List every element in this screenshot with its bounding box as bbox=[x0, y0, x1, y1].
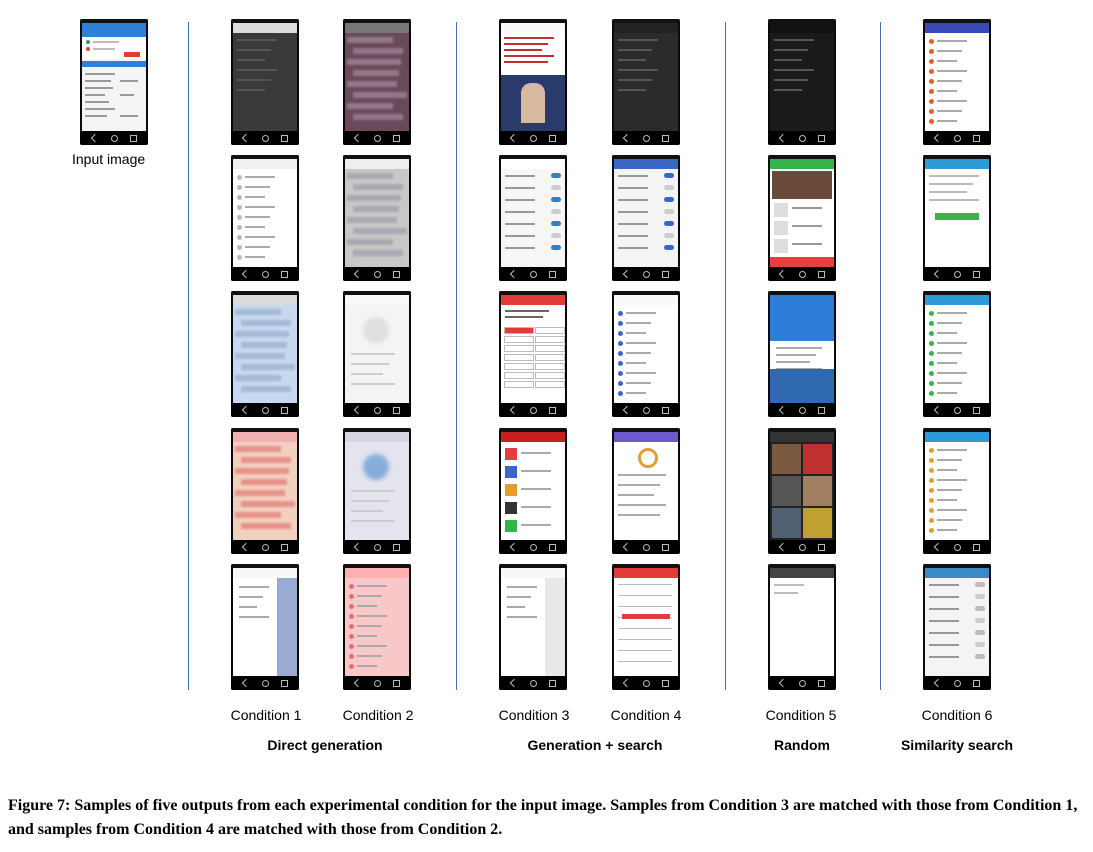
sample-screenshot-c6-r1 bbox=[923, 19, 991, 145]
sample-screenshot-c5-r2 bbox=[768, 155, 836, 281]
sample-screenshot-c4-r1 bbox=[612, 19, 680, 145]
sample-screenshot-c5-r3 bbox=[768, 291, 836, 417]
sample-screenshot-c2-r2 bbox=[343, 155, 411, 281]
condition-label-5: Condition 5 bbox=[765, 707, 837, 723]
sample-screenshot-c1-r1 bbox=[231, 19, 299, 145]
condition-label-6: Condition 6 bbox=[921, 707, 993, 723]
separator-line bbox=[188, 22, 189, 690]
sample-screenshot-c4-r2 bbox=[612, 155, 680, 281]
condition-label-2: Condition 2 bbox=[342, 707, 414, 723]
sample-screenshot-c4-r5 bbox=[612, 564, 680, 690]
sample-screenshot-c3-r3 bbox=[499, 291, 567, 417]
sample-screenshot-c3-r1 bbox=[499, 19, 567, 145]
sample-screenshot-c5-r4 bbox=[768, 428, 836, 554]
sample-screenshot-c6-r2 bbox=[923, 155, 991, 281]
input-phone-screenshot bbox=[80, 19, 148, 145]
separator-line bbox=[725, 22, 726, 690]
separator-line bbox=[456, 22, 457, 690]
figure-caption: Figure 7: Samples of five outputs from e… bbox=[8, 797, 1078, 838]
sample-screenshot-c5-r1 bbox=[768, 19, 836, 145]
sample-screenshot-c2-r4 bbox=[343, 428, 411, 554]
condition-label-1: Condition 1 bbox=[230, 707, 302, 723]
sample-screenshot-c1-r4 bbox=[231, 428, 299, 554]
sample-screenshot-c4-r4 bbox=[612, 428, 680, 554]
sample-screenshot-c6-r5 bbox=[923, 564, 991, 690]
sample-screenshot-c4-r3 bbox=[612, 291, 680, 417]
sample-screenshot-c2-r3 bbox=[343, 291, 411, 417]
group-label-generation-search: Generation + search bbox=[527, 737, 663, 753]
sample-screenshot-c3-r2 bbox=[499, 155, 567, 281]
sample-screenshot-c1-r2 bbox=[231, 155, 299, 281]
sample-screenshot-c3-r5 bbox=[499, 564, 567, 690]
sample-screenshot-c2-r5 bbox=[343, 564, 411, 690]
separator-line bbox=[880, 22, 881, 690]
group-label-random: Random bbox=[774, 737, 830, 753]
input-image-label: Input image bbox=[72, 151, 146, 167]
sample-screenshot-c3-r4 bbox=[499, 428, 567, 554]
figure: Input image Condition 1 Condition 2 Cond… bbox=[0, 0, 1093, 780]
group-label-direct-generation: Direct generation bbox=[267, 737, 383, 753]
group-label-similarity-search: Similarity search bbox=[900, 737, 1014, 753]
sample-screenshot-c1-r3 bbox=[231, 291, 299, 417]
sample-screenshot-c1-r5 bbox=[231, 564, 299, 690]
condition-label-3: Condition 3 bbox=[498, 707, 570, 723]
condition-label-4: Condition 4 bbox=[610, 707, 682, 723]
sample-screenshot-c6-r4 bbox=[923, 428, 991, 554]
sample-screenshot-c5-r5 bbox=[768, 564, 836, 690]
sample-screenshot-c6-r3 bbox=[923, 291, 991, 417]
sample-screenshot-c2-r1 bbox=[343, 19, 411, 145]
